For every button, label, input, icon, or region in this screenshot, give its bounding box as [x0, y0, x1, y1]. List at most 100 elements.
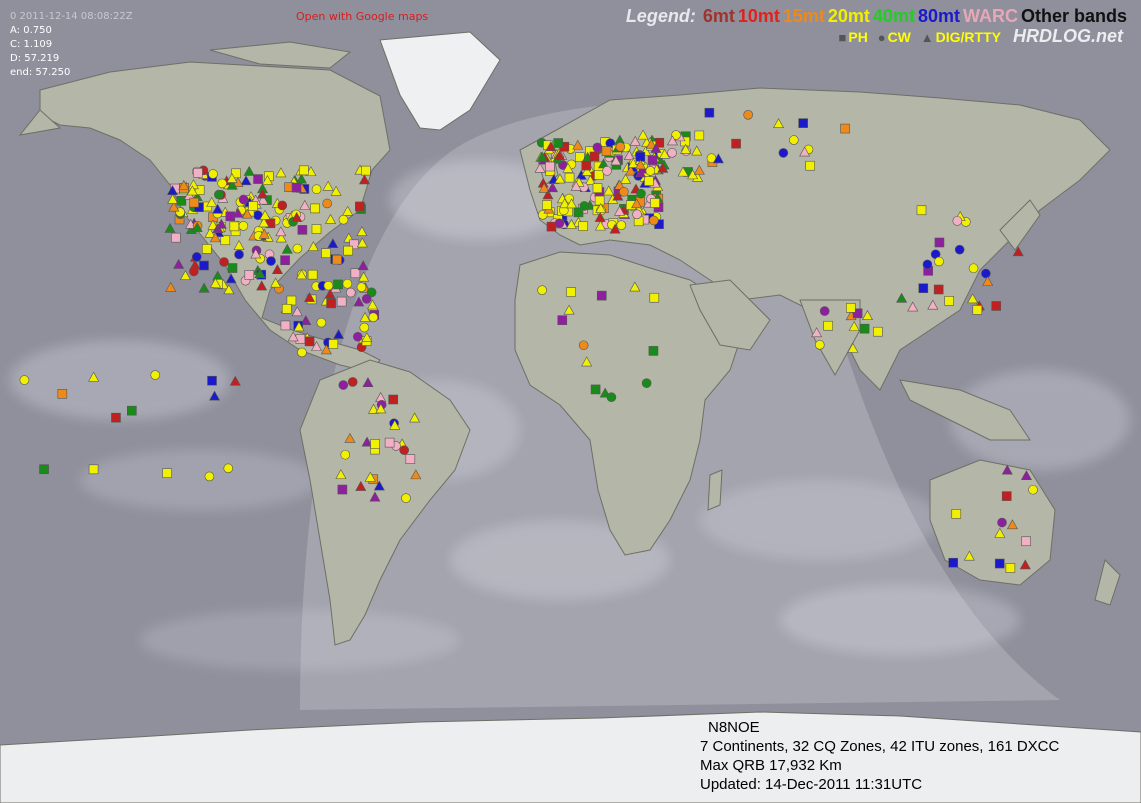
ph-marker: [564, 172, 575, 183]
ph-marker: [948, 557, 959, 568]
ph-marker: [933, 284, 944, 295]
ph-marker: [127, 405, 137, 416]
ph-marker: [1021, 536, 1031, 547]
square-icon: ■: [838, 30, 847, 45]
ph-marker: [972, 305, 983, 315]
ph-marker: [805, 160, 816, 171]
ph-marker: [704, 107, 715, 118]
ph-marker: [916, 205, 927, 216]
ph-marker: [193, 167, 203, 178]
triangle-icon: ▲: [920, 30, 934, 45]
cw-marker: [997, 517, 1007, 528]
stats-max-qrb: Max QRB 17,932 Km: [700, 757, 842, 774]
ph-marker: [594, 195, 605, 206]
legend-title: Legend:: [625, 6, 696, 26]
cw-marker: [347, 377, 358, 387]
ph-marker: [694, 130, 705, 141]
ph-marker: [845, 303, 856, 313]
cw-marker: [1028, 484, 1038, 495]
ph-marker: [176, 196, 187, 206]
cw-marker: [189, 266, 199, 277]
info-line-c: C: 1.109: [10, 39, 53, 50]
ph-marker: [227, 263, 238, 273]
open-google-maps-link[interactable]: Open with Google maps: [296, 10, 428, 23]
ph-marker: [731, 138, 741, 149]
ph-marker: [994, 558, 1005, 569]
cw-marker: [356, 282, 367, 292]
map-info: 0 2011-12-14 08:08:22Z A: 0.750 C: 1.109…: [10, 10, 133, 80]
legend-band-15mt: 15mt: [782, 6, 825, 26]
ph-marker: [199, 260, 209, 271]
legend-band-warc: WARC: [962, 6, 1018, 26]
ph-marker: [648, 346, 659, 356]
cw-marker: [238, 194, 249, 205]
ph-marker: [57, 389, 68, 399]
world-map[interactable]: 0 2011-12-14 08:08:22Z A: 0.750 C: 1.109…: [0, 0, 1141, 803]
ph-marker: [370, 439, 380, 449]
ph-marker: [840, 123, 850, 134]
ph-marker: [220, 235, 231, 246]
cw-marker: [338, 380, 349, 390]
cw-marker: [219, 257, 229, 267]
cw-marker: [578, 340, 589, 351]
cw-marker: [602, 166, 612, 176]
cw-marker: [667, 148, 677, 158]
cw-marker: [238, 221, 249, 231]
stats-summary: 7 Continents, 32 CQ Zones, 42 ITU zones,…: [700, 738, 1060, 755]
ph-marker: [405, 454, 416, 464]
ph-marker: [244, 270, 255, 280]
cw-marker: [922, 259, 933, 270]
ph-marker: [337, 484, 348, 495]
stats-updated: Updated: 14-Dec-2011 11:31UTC: [700, 776, 923, 793]
legend-band-10mt: 10mt: [737, 6, 780, 26]
cw-marker: [368, 312, 379, 323]
cw-marker: [234, 249, 244, 260]
ph-marker: [944, 296, 955, 306]
ph-marker: [557, 315, 568, 325]
cw-marker: [641, 378, 652, 388]
ph-marker: [951, 509, 962, 519]
ph-marker: [207, 375, 217, 386]
legend-band-other: Other bands: [1020, 6, 1127, 26]
ph-marker: [823, 320, 833, 331]
cw-marker: [292, 243, 303, 254]
ph-marker: [590, 384, 601, 395]
ph-marker: [546, 221, 557, 232]
ph-marker: [647, 155, 658, 165]
ph-marker: [644, 176, 654, 186]
legend-mode-ph: PH: [848, 29, 868, 45]
ph-marker: [332, 254, 342, 265]
ph-marker: [553, 138, 563, 148]
ph-marker: [589, 151, 600, 162]
cw-marker: [217, 178, 227, 189]
ph-marker: [1001, 491, 1012, 501]
cw-marker: [214, 189, 224, 200]
cw-marker: [636, 188, 646, 199]
cw-marker: [266, 256, 276, 266]
cw-marker: [150, 370, 161, 380]
ph-marker: [573, 207, 584, 218]
ph-marker: [189, 197, 199, 208]
legend-mode-dig: DIG/RTTY: [935, 29, 1001, 45]
cw-marker: [359, 322, 370, 333]
ph-marker: [343, 245, 353, 256]
ph-marker: [307, 269, 318, 280]
ph-marker: [88, 464, 99, 475]
ph-marker: [649, 292, 660, 303]
cw-marker: [401, 493, 411, 503]
cw-marker: [819, 306, 830, 316]
cw-marker: [277, 200, 288, 211]
ph-marker: [578, 221, 588, 231]
cw-marker: [645, 166, 656, 176]
cw-marker: [814, 340, 825, 350]
cw-marker: [208, 169, 218, 179]
ph-marker: [310, 203, 320, 214]
ph-marker: [601, 146, 612, 156]
ph-marker: [873, 326, 883, 337]
cw-marker: [353, 331, 363, 342]
ph-marker: [934, 237, 945, 248]
cw-marker: [537, 285, 547, 295]
cw-marker: [399, 445, 409, 455]
cw-marker: [19, 375, 30, 385]
cw-marker: [743, 110, 753, 120]
